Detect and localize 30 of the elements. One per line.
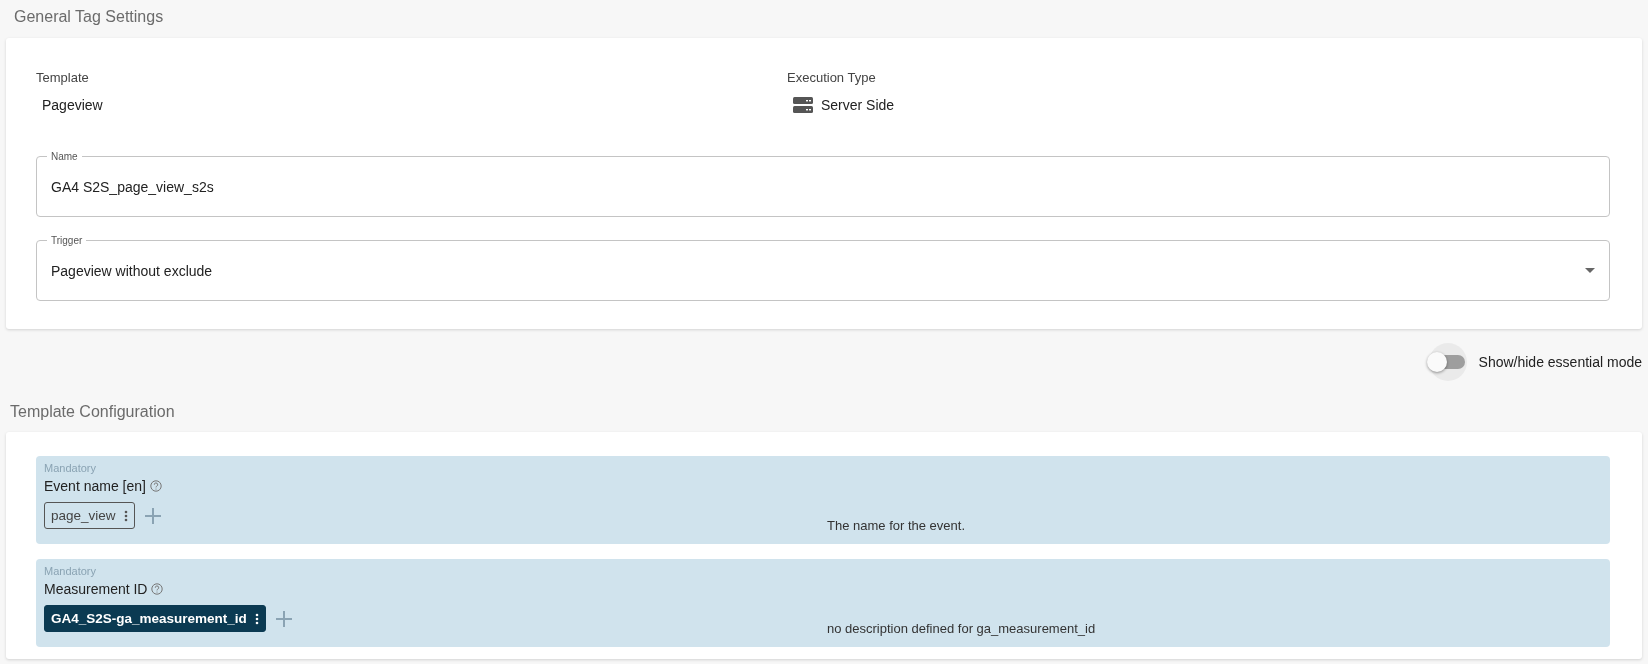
parameter-label: Measurement ID xyxy=(44,581,148,597)
field-label: Name xyxy=(50,151,79,162)
value-chip[interactable]: page_view xyxy=(44,502,135,529)
field-value: Pageview without exclude xyxy=(51,262,213,279)
section-title: General Tag Settings xyxy=(14,8,164,25)
section-title: Template Configuration xyxy=(10,403,175,420)
name-field[interactable]: Name GA4 S2S_page_view_s2s xyxy=(36,151,1610,217)
mandatory-label: Mandatory xyxy=(44,462,96,474)
execution-type-value: Server Side xyxy=(821,97,895,113)
parameter-label: Event name [en] xyxy=(44,478,146,494)
value-chip[interactable]: GA4_S2S-ga_measurement_id xyxy=(44,605,266,632)
add-icon[interactable] xyxy=(275,610,292,627)
mandatory-label: Mandatory xyxy=(44,565,96,577)
execution-type-label: Execution Type xyxy=(787,70,877,85)
add-icon[interactable] xyxy=(144,507,161,524)
parameter-description: no description defined for ga_measurement_id xyxy=(826,621,1097,638)
template-label: Template xyxy=(36,70,90,85)
field-label: Trigger xyxy=(50,235,84,246)
more-icon[interactable] xyxy=(254,612,259,625)
help-icon[interactable] xyxy=(149,480,162,492)
template-value: Pageview xyxy=(42,97,103,113)
parameter-description: The name for the event. xyxy=(826,518,967,535)
field-value: GA4 S2S_page_view_s2s xyxy=(51,178,214,195)
essential-mode-toggle[interactable] xyxy=(1428,343,1467,381)
toggle-label: Show/hide essential mode xyxy=(1478,354,1642,370)
more-icon[interactable] xyxy=(123,509,128,522)
trigger-dropdown[interactable]: Trigger Pageview without exclude xyxy=(36,235,1610,301)
server-icon xyxy=(793,97,813,113)
help-icon[interactable] xyxy=(151,583,164,595)
caret-icon xyxy=(1585,268,1595,273)
